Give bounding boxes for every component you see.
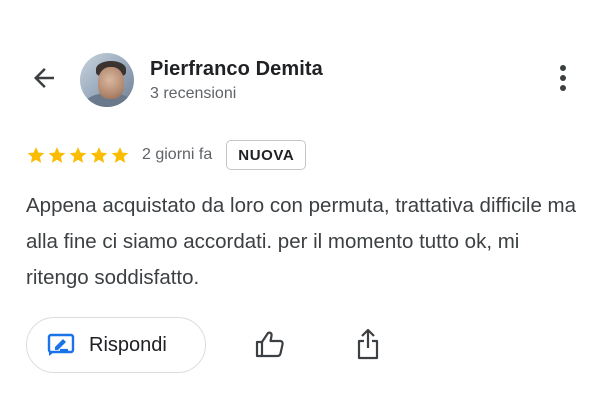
star-icon [68,145,88,165]
reply-icon [47,333,75,357]
star-icon [89,145,109,165]
star-icon [110,145,130,165]
like-button[interactable] [250,328,290,364]
reviewer-name[interactable]: Pierfranco Demita [150,58,323,81]
star-icon [26,145,46,165]
share-icon [356,328,380,365]
star-rating [26,145,130,165]
arrow-back-icon [29,63,59,98]
review-date: 2 giorni fa [142,146,213,163]
back-button[interactable] [26,62,62,98]
reply-label: Rispondi [89,333,167,356]
rating-row: 2 giorni fa NUOVA [26,138,307,172]
avatar[interactable] [80,53,134,107]
more-vert-icon [559,64,567,97]
reply-button[interactable]: Rispondi [26,317,206,373]
thumb-up-icon [255,330,285,363]
more-options-button[interactable] [548,62,578,98]
reviewer-review-count: 3 recensioni [150,85,237,102]
new-badge: NUOVA [226,140,307,170]
share-button[interactable] [350,326,386,366]
star-icon [47,145,67,165]
review-text: Appena acquistato da loro con permuta, t… [26,194,577,289]
